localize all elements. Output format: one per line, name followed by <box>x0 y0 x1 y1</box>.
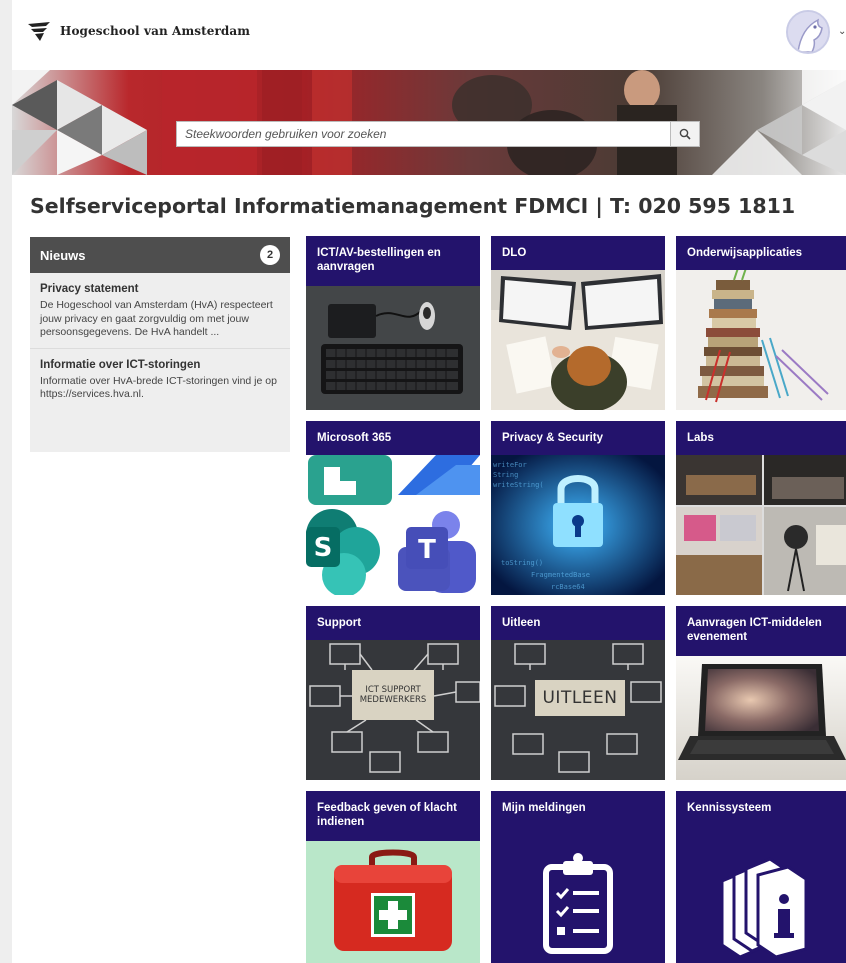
news-item-text: Informatie over HvA-brede ICT-storingen … <box>40 374 277 401</box>
search-icon <box>679 128 691 140</box>
books-ladders-image <box>676 270 846 410</box>
tile-ict-av-bestellingen[interactable]: ICT/AV-bestellingen en aanvragen <box>306 236 480 410</box>
svg-text:String: String <box>493 471 518 479</box>
labs-collage-image <box>676 455 846 595</box>
news-header[interactable]: Nieuws 2 <box>30 237 290 273</box>
news-item[interactable]: Informatie over ICT-storingen Informatie… <box>30 349 290 410</box>
search-input[interactable] <box>176 121 670 147</box>
tile-label: Support <box>317 617 362 629</box>
hva-logo-icon <box>28 22 50 41</box>
news-item-text: De Hogeschool van Amsterdam (HvA) respec… <box>40 299 273 338</box>
laptop-image <box>676 656 846 780</box>
top-bar: Hogeschool van Amsterdam ⌄ <box>12 0 846 68</box>
support-image-text: ICT SUPPORT <box>365 685 421 695</box>
keyboard-mouse-image <box>306 286 480 410</box>
svg-text:toString(): toString() <box>501 559 543 567</box>
tile-feedback-klacht[interactable]: Feedback geven of klacht indienen <box>306 791 480 963</box>
left-edge-strip <box>0 0 12 963</box>
news-count-badge: 2 <box>260 245 280 265</box>
first-aid-kit-image <box>306 841 480 963</box>
news-item-title[interactable]: Informatie over ICT-storingen <box>40 359 280 371</box>
tile-privacy-security[interactable]: Privacy & Security writeFor String write… <box>491 421 665 595</box>
tile-label: Uitleen <box>502 617 541 629</box>
logo-text: Hogeschool van Amsterdam <box>60 24 251 38</box>
tile-label: Kennissysteem <box>687 802 772 814</box>
clipboard-checklist-icon <box>491 841 665 963</box>
tile-microsoft-365[interactable]: Microsoft 365 S T <box>306 421 480 595</box>
news-item[interactable]: Privacy statement De Hogeschool van Amst… <box>30 273 290 349</box>
tile-kennissysteem[interactable]: Kennissysteem <box>676 791 846 963</box>
tile-uitleen[interactable]: Uitleen UITLEEN <box>491 606 665 780</box>
tile-label: DLO <box>502 247 527 259</box>
ict-support-chalkboard-image: ICT SUPPORT MEDEWERKERS <box>306 640 480 780</box>
microsoft-apps-image: S T <box>306 455 480 595</box>
tile-label: Microsoft 365 <box>317 432 392 444</box>
news-panel: Nieuws 2 Privacy statement De Hogeschool… <box>30 237 290 452</box>
svg-text:writeFor: writeFor <box>493 461 527 469</box>
page-title: Selfserviceportal Informatiemanagement F… <box>30 194 796 218</box>
tile-support[interactable]: Support ICT SUPPORT MEDEWERKERS <box>306 606 480 780</box>
tile-label: Feedback geven of klacht indienen <box>317 802 457 828</box>
tile-aanvragen-ict-middelen[interactable]: Aanvragen ICT-middelen evenement <box>676 606 846 780</box>
tile-label: Onderwijsapplicaties <box>687 247 803 259</box>
uitleen-image-text: UITLEEN <box>542 688 618 708</box>
hva-logo[interactable]: Hogeschool van Amsterdam <box>26 20 250 42</box>
tile-mijn-meldingen[interactable]: Mijn meldingen <box>491 791 665 963</box>
tile-dlo[interactable]: DLO <box>491 236 665 410</box>
padlock-code-image: writeFor String writeString( toString() … <box>491 455 665 595</box>
user-avatar-icon[interactable] <box>786 10 830 54</box>
tile-onderwijsapplicaties[interactable]: Onderwijsapplicaties <box>676 236 846 410</box>
tile-label: Privacy & Security <box>502 432 604 444</box>
uitleen-chalkboard-image: UITLEEN <box>491 640 665 780</box>
svg-text:FragmentedBase: FragmentedBase <box>531 571 590 579</box>
search-button[interactable] <box>670 121 700 147</box>
news-title: Nieuws <box>40 247 86 263</box>
support-image-text: MEDEWERKERS <box>359 695 427 705</box>
tile-label: Labs <box>687 432 714 444</box>
tile-label: ICT/AV-bestellingen en aanvragen <box>317 247 441 273</box>
svg-text:writeString(: writeString( <box>493 481 544 489</box>
books-info-icon <box>676 841 846 963</box>
tile-label: Aanvragen ICT-middelen evenement <box>687 617 822 643</box>
student-computer-image <box>491 270 665 410</box>
tile-labs[interactable]: Labs <box>676 421 846 595</box>
svg-text:rcBase64: rcBase64 <box>551 583 585 591</box>
news-item-title[interactable]: Privacy statement <box>40 283 280 295</box>
chevron-down-icon[interactable]: ⌄ <box>838 26 846 37</box>
search-bar <box>176 121 700 147</box>
svg-text:S: S <box>314 533 333 563</box>
svg-text:T: T <box>418 535 436 565</box>
tile-label: Mijn meldingen <box>502 802 586 814</box>
